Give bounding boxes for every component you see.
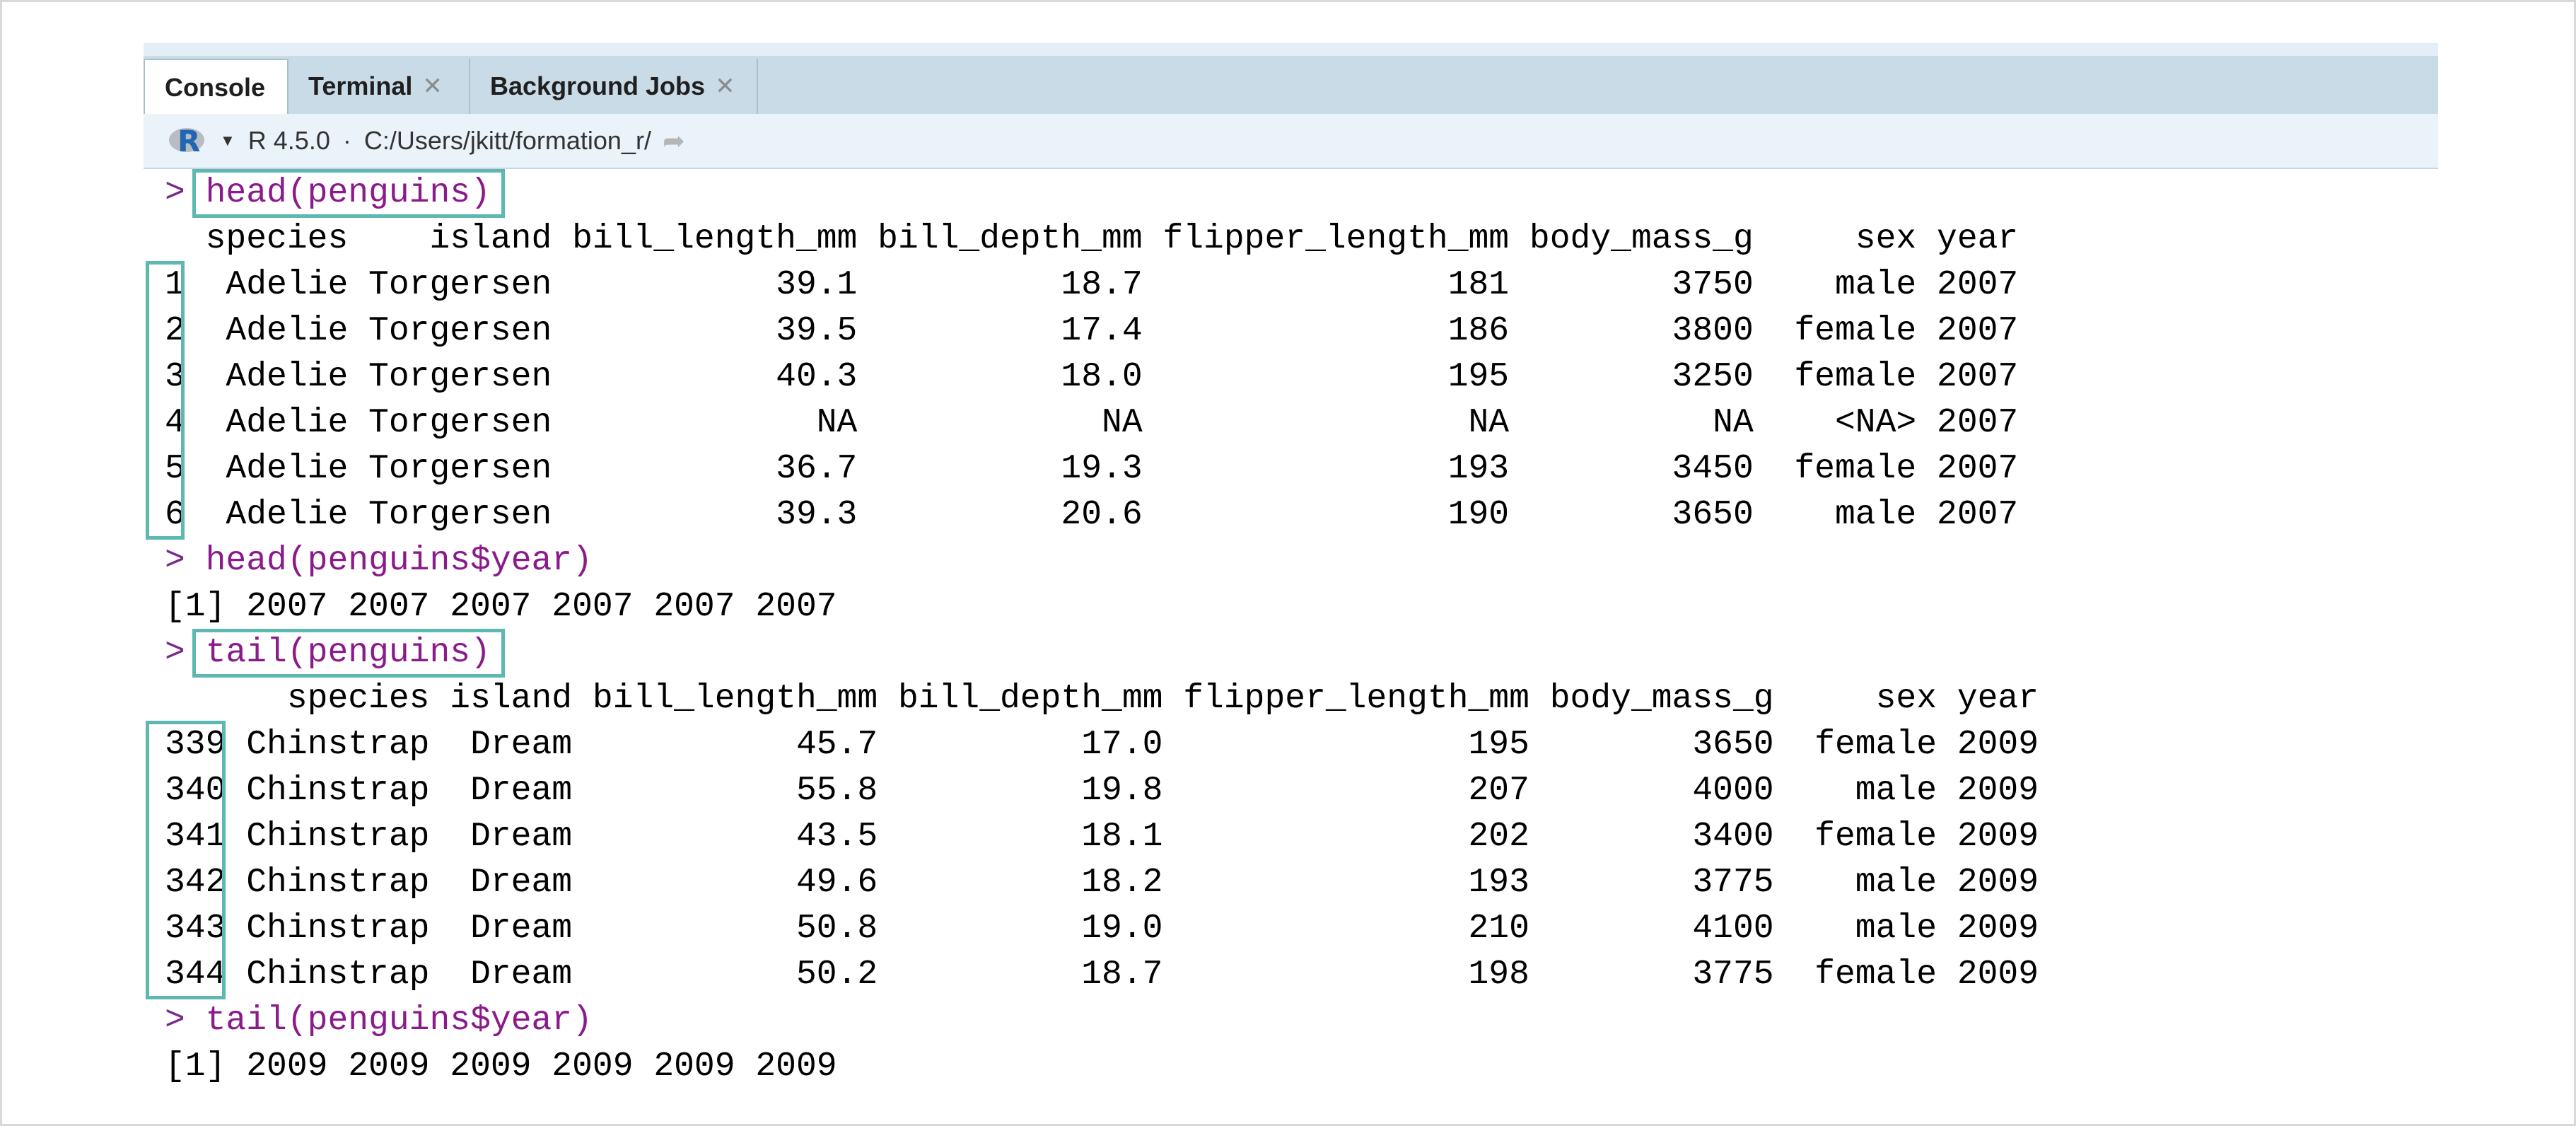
console-output-line: 339 Chinstrap Dream 45.7 17.0 195 3650 f… xyxy=(165,726,2039,764)
separator-dot: · xyxy=(342,126,351,155)
console-prompt: > xyxy=(165,1002,185,1040)
tab-background-jobs[interactable]: Background Jobs ✕ xyxy=(470,59,758,114)
close-icon[interactable]: ✕ xyxy=(422,72,443,100)
tab-terminal[interactable]: Terminal ✕ xyxy=(289,59,470,114)
console-output-line: 6 Adelie Torgersen 39.3 20.6 190 3650 ma… xyxy=(165,496,2019,534)
highlight-tail-row-index xyxy=(145,721,226,999)
r-logo-icon[interactable]: R xyxy=(169,124,210,158)
console-command-line: > head(penguins$year) xyxy=(165,538,593,584)
tab-terminal-label: Terminal xyxy=(308,71,413,100)
console-output-line: 1 Adelie Torgersen 39.1 18.7 181 3750 ma… xyxy=(165,266,2019,304)
console-prompt: > xyxy=(165,634,185,672)
highlight-tail-command xyxy=(192,629,505,678)
console-prompt: > xyxy=(165,542,185,580)
console-output-line: 340 Chinstrap Dream 55.8 19.8 207 4000 m… xyxy=(165,772,2039,810)
highlight-head-command xyxy=(192,169,505,218)
console-output-line: 2 Adelie Torgersen 39.5 17.4 186 3800 fe… xyxy=(165,312,2019,350)
working-directory-path: C:/Users/jkitt/formation_r/ xyxy=(363,126,651,155)
console-output-line: species island bill_length_mm bill_depth… xyxy=(165,220,2019,258)
chevron-down-icon[interactable]: ▼ xyxy=(220,132,235,150)
tab-background-jobs-label: Background Jobs xyxy=(490,71,706,100)
console-command-line: > tail(penguins$year) xyxy=(165,998,593,1044)
console-output-line: 3 Adelie Torgersen 40.3 18.0 195 3250 fe… xyxy=(165,358,2019,396)
tab-bar: Console Terminal ✕ Background Jobs ✕ xyxy=(144,56,2438,115)
console-prompt: > xyxy=(165,174,185,212)
console-output-line: species island bill_length_mm bill_depth… xyxy=(165,680,2039,718)
console-command: head(penguins$year) xyxy=(205,542,593,580)
screenshot-frame: Console Terminal ✕ Background Jobs ✕ R ▼… xyxy=(0,0,2576,1126)
console-output-line: 4 Adelie Torgersen NA NA NA NA <NA> 2007 xyxy=(165,404,2019,442)
close-icon[interactable]: ✕ xyxy=(715,72,735,100)
console-command: tail(penguins$year) xyxy=(205,1002,593,1040)
console-output-line: 341 Chinstrap Dream 43.5 18.1 202 3400 f… xyxy=(165,818,2039,856)
tab-console[interactable]: Console xyxy=(144,59,289,115)
r-version: R 4.5.0 xyxy=(247,126,330,155)
go-to-directory-icon[interactable]: ➦ xyxy=(663,125,685,157)
console-output-line: 344 Chinstrap Dream 50.2 18.7 198 3775 f… xyxy=(165,956,2039,994)
highlight-head-row-index xyxy=(145,261,185,540)
pane-top-strip xyxy=(144,43,2438,56)
console-output-line: 343 Chinstrap Dream 50.8 19.0 210 4100 m… xyxy=(165,910,2039,948)
tab-console-label: Console xyxy=(165,73,266,102)
console-toolbar: R ▼ R 4.5.0 · C:/Users/jkitt/formation_r… xyxy=(144,114,2438,169)
console-output-line: [1] 2007 2007 2007 2007 2007 2007 xyxy=(165,588,837,626)
console-output-line: 342 Chinstrap Dream 49.6 18.2 193 3775 m… xyxy=(165,864,2039,902)
console-output-line: 5 Adelie Torgersen 36.7 19.3 193 3450 fe… xyxy=(165,450,2019,488)
console-output[interactable]: > head(penguins) species island bill_len… xyxy=(144,168,2438,1087)
console-output-line: [1] 2009 2009 2009 2009 2009 2009 xyxy=(165,1047,837,1086)
console-pane: Console Terminal ✕ Background Jobs ✕ R ▼… xyxy=(144,43,2438,1087)
